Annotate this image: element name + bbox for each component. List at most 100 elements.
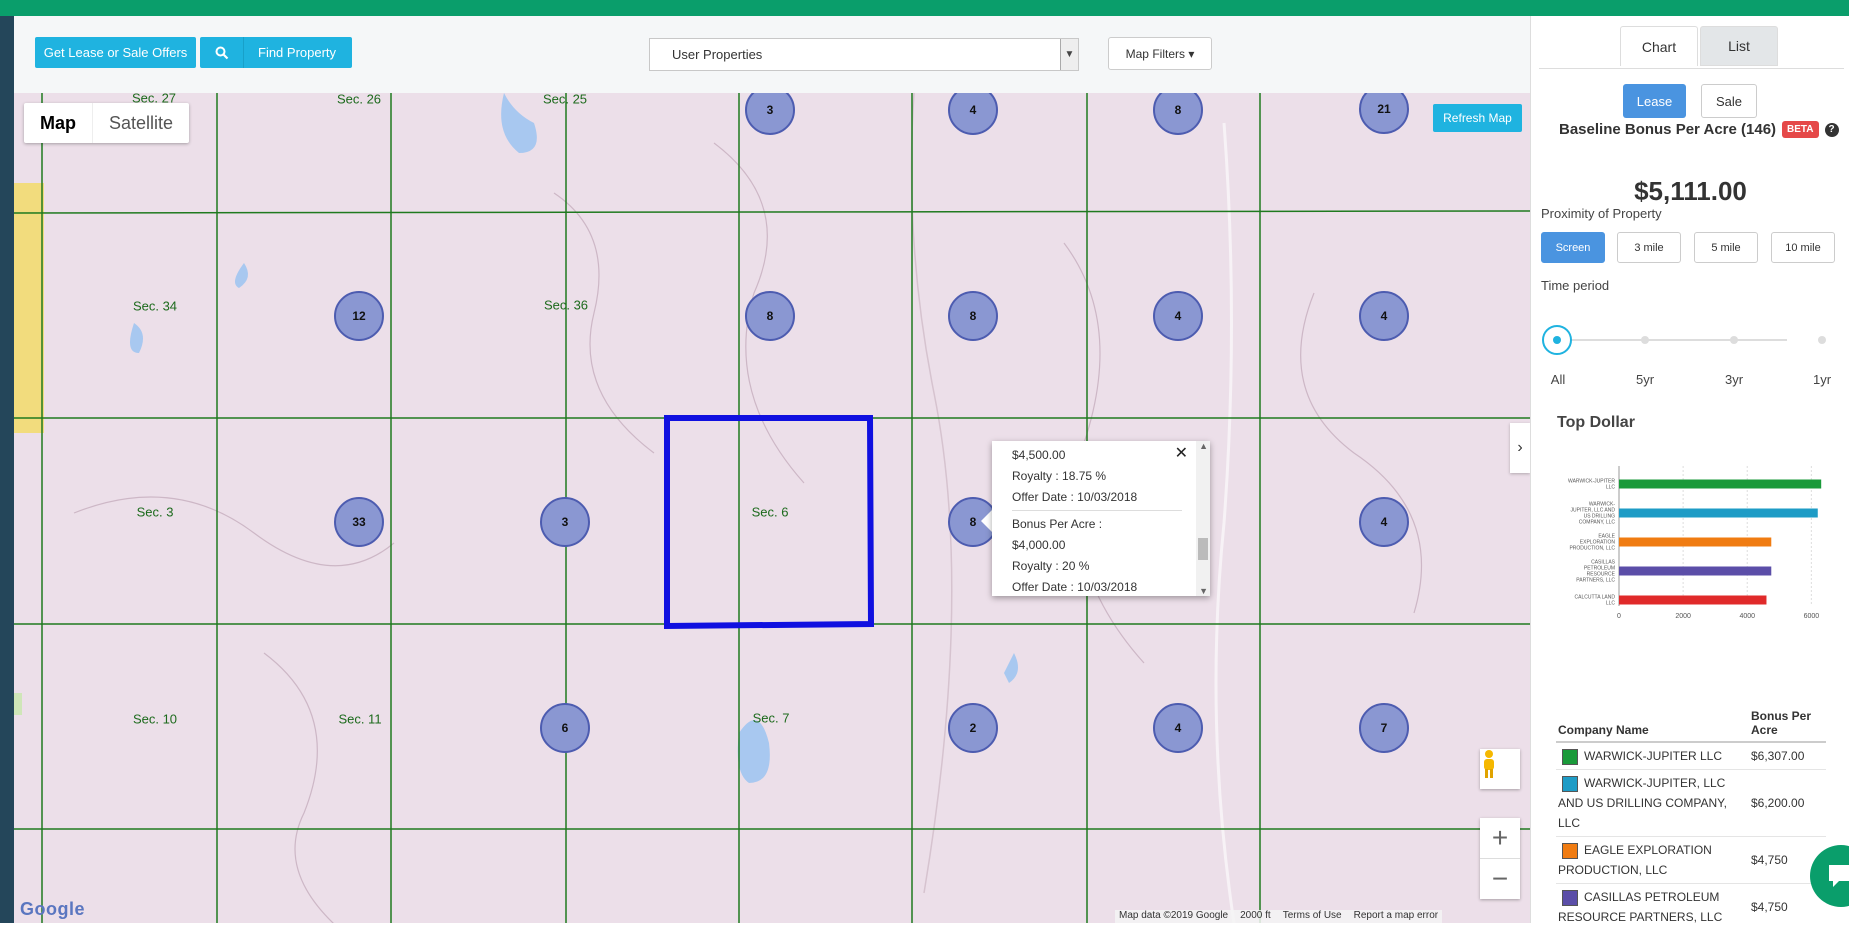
company-cell: WARWICK-JUPITER, LLC AND US DRILLING COM… xyxy=(1556,770,1749,837)
tab-chart[interactable]: Chart xyxy=(1620,26,1698,66)
top-dollar-chart: 0200040006000WARWICK-JUPITERLLCWARWICK-J… xyxy=(1541,456,1841,676)
lease-offers-button[interactable]: Get Lease or Sale Offers xyxy=(35,37,196,68)
section-label: Sec. 25 xyxy=(543,93,587,107)
map-type-satellite[interactable]: Satellite xyxy=(92,103,189,143)
map-canvas[interactable]: Map Satellite Refresh Map Sec. 27 Sec. 2… xyxy=(14,93,1530,923)
section-label: Sec. 6 xyxy=(752,505,789,520)
time-slider-track[interactable] xyxy=(1561,339,1787,341)
section-label: Sec. 26 xyxy=(337,93,381,107)
property-select-value: User Properties xyxy=(672,47,762,62)
zoom-out-icon[interactable]: − xyxy=(1480,859,1520,899)
time-3yr: 3yr xyxy=(1725,372,1743,387)
proximity-screen-button[interactable]: Screen xyxy=(1541,232,1605,263)
popup-royalty-1: Royalty : 18.75 % xyxy=(1012,466,1182,487)
table-row[interactable]: WARWICK-JUPITER, LLC AND US DRILLING COM… xyxy=(1556,770,1826,837)
company-cell: EAGLE EXPLORATION PRODUCTION, LLC xyxy=(1556,837,1749,884)
property-cluster[interactable]: 4 xyxy=(1359,291,1409,341)
color-swatch xyxy=(1562,843,1578,859)
table-row[interactable]: CASILLAS PETROLEUM RESOURCE PARTNERS, LL… xyxy=(1556,884,1826,930)
time-slider-stop[interactable] xyxy=(1641,336,1649,344)
company-cell: CASILLAS PETROLEUM RESOURCE PARTNERS, LL… xyxy=(1556,884,1749,930)
property-select[interactable]: User Properties ▼ xyxy=(649,38,1079,71)
property-cluster[interactable]: 4 xyxy=(1153,703,1203,753)
popup-date-1: Offer Date : 10/03/2018 xyxy=(1012,487,1182,508)
time-1yr: 1yr xyxy=(1813,372,1831,387)
company-table: Company Name Bonus Per Acre WARWICK-JUPI… xyxy=(1556,705,1826,930)
proximity-10mile-button[interactable]: 10 mile xyxy=(1771,232,1835,263)
map-attribution: Map data ©2019 Google 2000 ft Terms of U… xyxy=(1115,910,1442,923)
table-header-row: Company Name Bonus Per Acre xyxy=(1556,705,1826,742)
beta-badge: BETA xyxy=(1782,121,1818,138)
company-name: WARWICK-JUPITER, LLC AND US DRILLING COM… xyxy=(1558,776,1727,830)
property-cluster[interactable]: 4 xyxy=(1359,497,1409,547)
report-error-link[interactable]: Report a map error xyxy=(1354,910,1438,923)
zoom-control: + − xyxy=(1480,818,1520,899)
chart-bar[interactable] xyxy=(1619,480,1821,489)
popup-royalty-2: Royalty : 20 % xyxy=(1012,556,1182,577)
search-icon xyxy=(200,37,244,68)
property-cluster[interactable]: 8 xyxy=(745,291,795,341)
chart-bar[interactable] xyxy=(1619,538,1771,547)
find-property-button[interactable]: Find Property xyxy=(200,37,352,68)
find-property-label: Find Property xyxy=(244,45,336,60)
chart-bar[interactable] xyxy=(1619,509,1818,518)
chart-x-tick-label: 4000 xyxy=(1739,613,1755,620)
terms-link[interactable]: Terms of Use xyxy=(1283,910,1342,923)
time-period-label: Time period xyxy=(1541,278,1609,293)
chart-category-label: WARWICK-JUPITER, LLC ANDUS DRILLINGCOMPA… xyxy=(1571,502,1616,526)
zoom-in-icon[interactable]: + xyxy=(1480,818,1520,858)
property-cluster[interactable]: 2 xyxy=(948,703,998,753)
top-dollar-title: Top Dollar xyxy=(1557,414,1635,432)
property-cluster[interactable]: 4 xyxy=(1153,291,1203,341)
property-cluster[interactable]: 12 xyxy=(334,291,384,341)
column-header-bonus: Bonus Per Acre xyxy=(1749,705,1826,742)
time-slider-handle[interactable] xyxy=(1542,325,1572,355)
property-cluster[interactable]: 33 xyxy=(334,497,384,547)
chart-bar[interactable] xyxy=(1619,567,1771,576)
popup-scrollbar[interactable]: ▲ ▼ xyxy=(1196,441,1210,596)
popup-divider xyxy=(1012,510,1182,511)
map-type-map[interactable]: Map xyxy=(24,103,92,143)
proximity-5mile-button[interactable]: 5 mile xyxy=(1694,232,1758,263)
expand-panel-chevron-icon[interactable]: › xyxy=(1510,423,1530,473)
time-5yr: 5yr xyxy=(1636,372,1654,387)
bonus-value: $6,307.00 xyxy=(1749,742,1826,770)
chart-category-label: CASILLASPETROLEUMRESOURCEPARTNERS, LLC xyxy=(1576,560,1615,584)
color-swatch xyxy=(1562,890,1578,906)
proximity-3mile-button[interactable]: 3 mile xyxy=(1617,232,1681,263)
time-slider-stop[interactable] xyxy=(1730,336,1738,344)
chart-category-label: EAGLEEXPLORATIONPRODUCTION, LLC xyxy=(1569,534,1615,552)
top-accent-bar xyxy=(0,0,1849,16)
section-label: Sec. 27 xyxy=(132,93,176,106)
table-row[interactable]: WARWICK-JUPITER LLC $6,307.00 xyxy=(1556,742,1826,770)
refresh-map-button[interactable]: Refresh Map xyxy=(1433,104,1522,132)
popup-close-icon[interactable]: ✕ xyxy=(1175,443,1188,463)
bonus-value: $6,200.00 xyxy=(1749,770,1826,837)
street-view-pegman-icon[interactable] xyxy=(1480,749,1520,789)
property-cluster[interactable]: 3 xyxy=(540,497,590,547)
tab-list[interactable]: List xyxy=(1700,26,1778,66)
time-slider-stop[interactable] xyxy=(1818,336,1826,344)
property-cluster[interactable]: 6 xyxy=(540,703,590,753)
section-label: Sec. 11 xyxy=(338,712,381,727)
chart-x-tick-label: 2000 xyxy=(1675,613,1691,620)
chevron-up-icon[interactable]: ▲ xyxy=(1199,441,1208,451)
chart-bar[interactable] xyxy=(1619,596,1766,605)
property-cluster[interactable]: 7 xyxy=(1359,703,1409,753)
chevron-down-icon[interactable]: ▼ xyxy=(1199,586,1208,596)
popup-date-2: Offer Date : 10/03/2018 xyxy=(1012,577,1182,598)
table-row[interactable]: EAGLE EXPLORATION PRODUCTION, LLC$4,750 xyxy=(1556,837,1826,884)
sale-toggle[interactable]: Sale xyxy=(1701,84,1757,118)
company-name: WARWICK-JUPITER LLC xyxy=(1584,749,1722,763)
chart-x-tick-label: 6000 xyxy=(1804,613,1820,620)
section-label: Sec. 10 xyxy=(133,712,177,727)
help-icon[interactable]: ? xyxy=(1825,123,1839,137)
baseline-heading: Baseline Bonus Per Acre (146) BETA ? xyxy=(1559,121,1839,138)
map-filters-button[interactable]: Map Filters ▾ xyxy=(1108,37,1212,70)
chart-x-tick-label: 0 xyxy=(1617,613,1621,620)
lease-toggle[interactable]: Lease xyxy=(1623,84,1686,118)
property-cluster[interactable]: 8 xyxy=(948,291,998,341)
map-data-text: Map data ©2019 Google xyxy=(1119,910,1228,923)
map-scale: 2000 ft xyxy=(1240,910,1271,923)
scrollbar-thumb[interactable] xyxy=(1198,538,1208,560)
